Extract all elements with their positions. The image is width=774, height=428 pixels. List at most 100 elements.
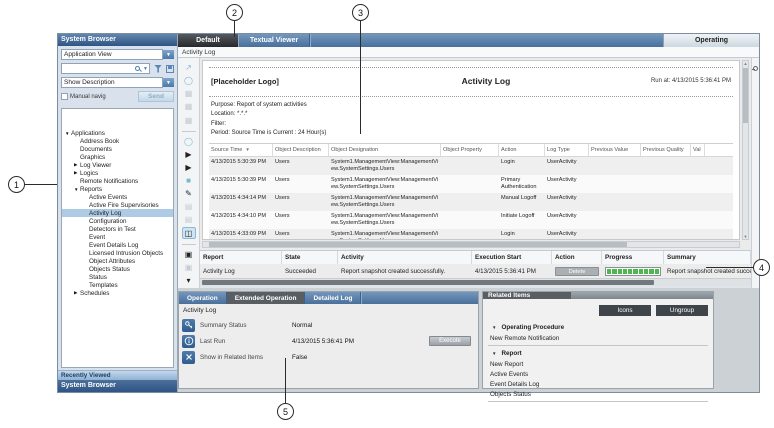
tree-item-log-viewer[interactable]: ▶Log Viewer — [62, 161, 173, 169]
info-circle-icon[interactable]: ◯ — [182, 75, 196, 86]
table-row[interactable]: 4/13/2015 4:34:10 PMUsersSystem1.Managem… — [209, 211, 733, 229]
column-header-previous-value[interactable]: Previous Value — [589, 144, 641, 156]
icons-button[interactable]: Icons — [599, 305, 651, 316]
delete-snapshot-icon[interactable]: ▣ — [182, 262, 196, 273]
delete-button[interactable]: Delete — [555, 267, 599, 276]
tree-item-event-details-log[interactable]: Event Details Log — [62, 241, 173, 249]
save-filter-icon[interactable] — [166, 65, 174, 73]
related-items-tab[interactable]: Related Items — [483, 292, 571, 299]
recently-viewed-tab[interactable]: Recently Viewed — [58, 370, 177, 380]
table-row[interactable]: 4/13/2015 4:34:14 PMUsersSystem1.Managem… — [209, 193, 733, 211]
chevron-down-icon[interactable]: ▼ — [163, 50, 174, 59]
tab-default[interactable]: Default — [178, 34, 238, 47]
save-icon[interactable]: ▦ — [182, 88, 196, 99]
stop-icon[interactable]: ■ — [182, 175, 196, 186]
related-group-header[interactable]: ▼Report — [488, 348, 708, 359]
tree-item-templates[interactable]: Templates — [62, 281, 173, 289]
run-with-options-icon[interactable]: ▶ — [182, 162, 196, 173]
ungroup-button[interactable]: Ungroup — [656, 305, 708, 316]
view-selector[interactable]: Application View — [61, 49, 163, 60]
executions-column-state[interactable]: State — [282, 251, 338, 264]
executions-column-report[interactable]: Report — [200, 251, 282, 264]
tree-item-activity-log[interactable]: Activity Log — [62, 209, 173, 217]
column-header-object-designation[interactable]: Object Designation — [329, 144, 441, 156]
save-all-icon[interactable]: ▦ — [182, 115, 196, 126]
executions-column-action[interactable]: Action — [552, 251, 602, 264]
column-header-previous-quality[interactable]: Previous Quality — [641, 144, 691, 156]
edit-icon[interactable]: ✎ — [182, 188, 196, 199]
tree-item-schedules[interactable]: ▶Schedules — [62, 289, 173, 297]
horizontal-scroll-thumb[interactable] — [209, 242, 627, 247]
column-header-object-description[interactable]: Object Description — [273, 144, 329, 156]
run-report-icon[interactable]: ▶ — [182, 149, 196, 160]
table-row[interactable]: 4/13/2015 4:33:09 PMUsersSystem1.Managem… — [209, 229, 733, 240]
tree-item-logics[interactable]: ▶Logics — [62, 169, 173, 177]
scroll-more-icon[interactable]: ▾ — [182, 275, 196, 286]
tree-item-remote-notifications[interactable]: Remote Notifications — [62, 177, 173, 185]
tab-textual-viewer[interactable]: Textual Viewer — [238, 34, 310, 47]
tree-item-graphics[interactable]: Graphics — [62, 153, 173, 161]
tree-item-object-attributes[interactable]: Object Attributes — [62, 257, 173, 265]
related-items-arrow-icon[interactable]: ↗ — [182, 62, 196, 73]
snapshot-icon[interactable]: ◫ — [182, 227, 196, 238]
executions-column-execution-start[interactable]: Execution Start — [472, 251, 552, 264]
column-header-object-property[interactable]: Object Property — [441, 144, 499, 156]
save-as-icon[interactable]: ▦ — [182, 101, 196, 112]
tab-extended-operation[interactable]: Extended Operation — [227, 292, 306, 304]
executions-scroll-thumb[interactable] — [202, 280, 654, 285]
chevron-down-icon[interactable]: ▼ — [163, 78, 174, 87]
tree-item-address-book[interactable]: Address Book — [62, 137, 173, 145]
execute-button[interactable]: Execute — [429, 336, 471, 346]
tree-item-active-fire-supervisories[interactable]: Active Fire Supervisories — [62, 201, 173, 209]
executions-scrollbar[interactable] — [200, 278, 751, 286]
tree-item-event[interactable]: Event — [62, 233, 173, 241]
export-icon[interactable]: ▣ — [182, 249, 196, 260]
chevron-down-icon[interactable]: ▼ — [492, 351, 496, 356]
tab-operation[interactable]: Operation — [179, 292, 227, 304]
tab-detailed-log[interactable]: Detailed Log — [305, 292, 361, 304]
related-item-new-report[interactable]: New Report — [488, 359, 708, 369]
scroll-up-icon[interactable]: ▲ — [743, 61, 748, 66]
filter-icon[interactable] — [154, 65, 162, 73]
table-row[interactable]: 4/13/2015 5:30:39 PMUsersSystem1.Managem… — [209, 157, 733, 175]
related-item-event-details-log[interactable]: Event Details Log — [488, 379, 708, 389]
tree-item-status[interactable]: Status — [62, 273, 173, 281]
related-item-objects-status[interactable]: Objects Status — [488, 389, 708, 399]
tree-item-reports[interactable]: ▼Reports — [62, 185, 173, 193]
table-row[interactable]: 4/13/2015 5:30:39 PMUsersSystem1.Managem… — [209, 175, 733, 193]
column-header-log-type[interactable]: Log Type — [545, 144, 589, 156]
vertical-scroll-thumb[interactable] — [743, 68, 748, 123]
tree-item-documents[interactable]: Documents — [62, 145, 173, 153]
tree-item-licensed-intrusion-objects[interactable]: Licensed Intrusion Objects — [62, 249, 173, 257]
tree-item-applications[interactable]: ▼Applications — [62, 129, 173, 137]
manual-navigation-checkbox[interactable] — [61, 93, 68, 100]
description-selector[interactable]: Show Description — [61, 77, 163, 88]
send-button[interactable]: Send — [138, 91, 174, 102]
export-pdf-icon[interactable]: ▤ — [182, 201, 196, 212]
related-item-active-events[interactable]: Active Events — [488, 369, 708, 379]
operating-mode-selector[interactable]: Operating — [663, 34, 759, 47]
system-browser-tab[interactable]: System Browser — [58, 380, 177, 392]
report-horizontal-scrollbar[interactable] — [202, 241, 740, 248]
refresh-icon[interactable]: ◯ — [182, 136, 196, 147]
related-group-header[interactable]: ▼Operating Procedure — [488, 322, 708, 333]
execution-row[interactable]: Activity Log Succeeded Report snapshot c… — [200, 264, 751, 278]
search-input[interactable]: ▼ — [61, 63, 150, 74]
tree-item-objects-status[interactable]: Objects Status — [62, 265, 173, 273]
column-header-val[interactable]: Val — [691, 144, 705, 156]
export-excel-icon[interactable]: ▤ — [182, 214, 196, 225]
column-header-source-time[interactable]: Source Time▼ — [209, 144, 273, 156]
chevron-down-icon[interactable]: ▼ — [492, 325, 496, 330]
pin-icon[interactable] — [753, 66, 758, 71]
column-header-action[interactable]: Action — [499, 144, 545, 156]
related-item-new-remote-notification[interactable]: New Remote Notification — [488, 333, 708, 343]
report-vertical-scrollbar[interactable]: ▲ ▼ — [742, 60, 749, 240]
executions-column-summary[interactable]: Summary — [664, 251, 751, 264]
tree-item-detectors-in-test[interactable]: Detectors in Test — [62, 225, 173, 233]
tree-item-active-events[interactable]: Active Events — [62, 193, 173, 201]
executions-column-activity[interactable]: Activity — [338, 251, 472, 264]
scroll-down-icon[interactable]: ▼ — [743, 234, 748, 239]
chevron-down-icon[interactable]: ▼ — [143, 66, 148, 72]
tree-item-configuration[interactable]: Configuration — [62, 217, 173, 225]
executions-column-progress[interactable]: Progress — [602, 251, 664, 264]
